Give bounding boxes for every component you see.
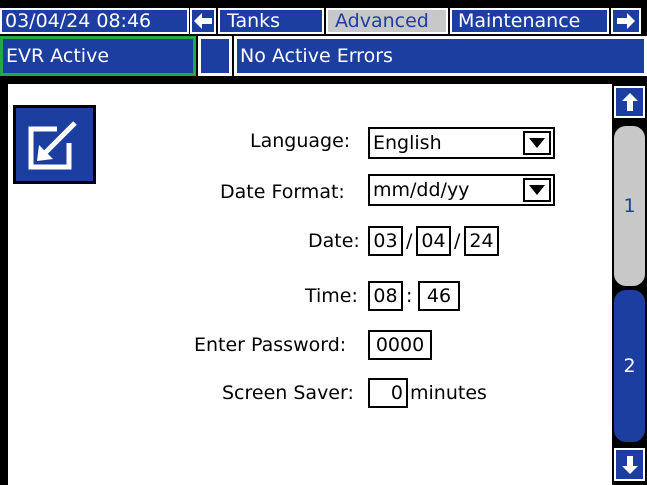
tab-maintenance-label: Maintenance — [458, 10, 581, 32]
date-label: Date: — [308, 230, 360, 252]
error-status: No Active Errors — [234, 36, 647, 76]
password-label: Enter Password: — [194, 334, 347, 356]
date-separator: / — [454, 230, 461, 252]
tab-maintenance[interactable]: Maintenance — [450, 8, 609, 34]
page-2-label: 2 — [623, 355, 636, 377]
tab-advanced-label: Advanced — [335, 10, 429, 32]
screensaver-unit: minutes — [410, 382, 487, 404]
page-1-label: 1 — [623, 195, 636, 217]
arrow-left-icon — [194, 13, 212, 29]
date-day-value: 04 — [421, 230, 446, 252]
date-format-label: Date Format: — [220, 181, 345, 203]
tab-tanks[interactable]: Tanks — [218, 8, 324, 34]
time-separator: : — [406, 285, 413, 307]
tab-tanks-label: Tanks — [227, 10, 281, 32]
screen-icon-box — [13, 105, 96, 184]
page-2-button[interactable]: 2 — [614, 290, 645, 442]
chevron-down-icon — [529, 138, 545, 148]
arrow-right-icon — [617, 13, 635, 29]
time-minute-field[interactable]: 46 — [418, 281, 460, 311]
date-format-select[interactable]: mm/dd/yy — [368, 174, 555, 206]
password-value: 0000 — [375, 334, 425, 356]
screensaver-value: 0 — [390, 382, 403, 404]
date-separator: / — [406, 230, 413, 252]
time-label: Time: — [305, 285, 358, 307]
date-format-value: mm/dd/yy — [373, 179, 470, 201]
date-day-field[interactable]: 04 — [416, 226, 451, 256]
arrow-up-icon — [621, 93, 638, 111]
date-month-field[interactable]: 03 — [368, 226, 403, 256]
date-year-value: 24 — [469, 230, 494, 252]
date-month-value: 03 — [373, 230, 398, 252]
chevron-down-icon — [529, 185, 545, 195]
date-year-field[interactable]: 24 — [464, 226, 499, 256]
status-indicator-box — [198, 36, 232, 76]
page-1-button[interactable]: 1 — [614, 126, 645, 286]
tab-advanced[interactable]: Advanced — [326, 8, 448, 34]
language-select[interactable]: English — [368, 127, 555, 159]
time-hour-field[interactable]: 08 — [368, 281, 403, 311]
evr-status: EVR Active — [0, 36, 196, 76]
screensaver-label: Screen Saver: — [222, 382, 354, 404]
language-dropdown-button[interactable] — [523, 131, 551, 155]
error-status-text: No Active Errors — [240, 45, 393, 67]
arrow-down-icon — [621, 455, 638, 474]
language-label: Language: — [250, 130, 351, 152]
password-field[interactable]: 0000 — [368, 330, 432, 360]
date-format-dropdown-button[interactable] — [523, 178, 551, 202]
screensaver-field[interactable]: 0 — [368, 378, 408, 408]
datetime-text: 03/04/24 08:46 — [5, 10, 152, 32]
tab-next-button[interactable] — [611, 8, 641, 34]
language-value: English — [373, 132, 442, 154]
edit-setup-icon — [28, 116, 83, 169]
time-minute-value: 46 — [426, 285, 452, 307]
datetime-display: 03/04/24 08:46 — [0, 8, 189, 34]
page-down-button[interactable] — [614, 448, 645, 481]
page-up-button[interactable] — [614, 86, 645, 118]
time-hour-value: 08 — [373, 285, 398, 307]
evr-status-text: EVR Active — [6, 45, 110, 67]
tab-prev-button[interactable] — [190, 8, 216, 34]
